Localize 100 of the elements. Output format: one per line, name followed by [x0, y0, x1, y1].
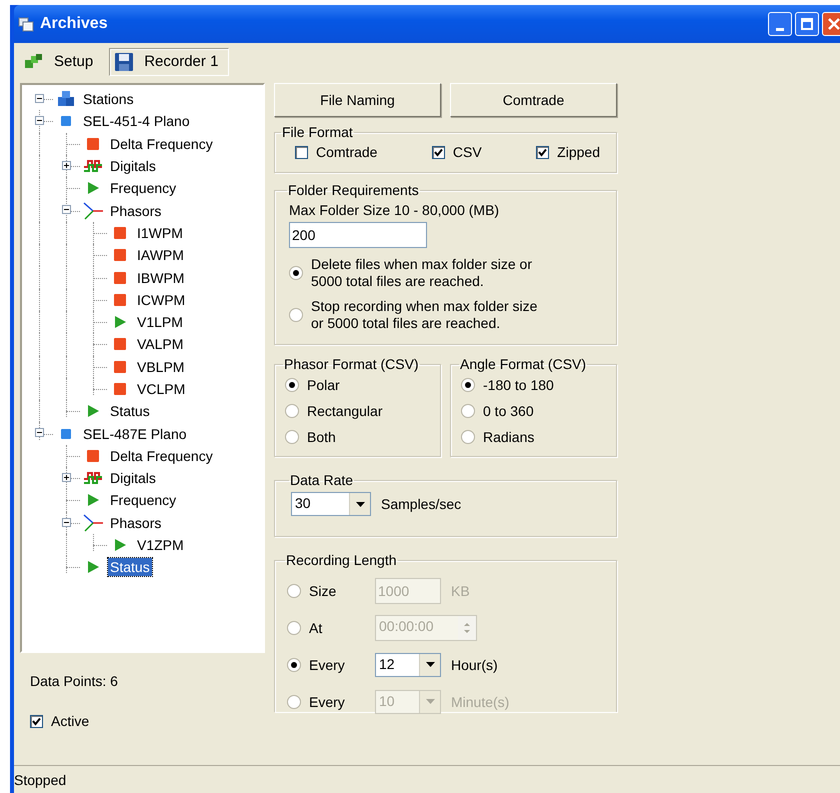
radio-button[interactable] — [287, 658, 301, 672]
checkbox-label: Zipped — [557, 144, 600, 160]
tree-item[interactable]: SEL-487E Plano — [81, 424, 189, 443]
square-icon — [87, 450, 99, 462]
expand-toggle[interactable] — [35, 428, 44, 438]
tree-item[interactable]: IAWPM — [135, 246, 186, 264]
group-title: File Format — [281, 124, 354, 140]
checkbox[interactable] — [30, 714, 43, 728]
tab[interactable]: Recorder 1 — [109, 48, 230, 76]
arrow-icon — [87, 561, 99, 574]
tab[interactable]: Setup — [20, 50, 104, 74]
expand-toggle[interactable] — [35, 94, 44, 103]
square-wave-icon — [83, 471, 103, 486]
radio-label: Radians — [483, 429, 534, 445]
tree-item[interactable]: Digitals — [108, 157, 158, 176]
expand-toggle[interactable] — [62, 205, 71, 214]
checkbox[interactable] — [536, 146, 550, 158]
caret-icon — [426, 699, 434, 704]
tree-item[interactable]: Status — [108, 402, 152, 420]
arrow-icon — [87, 494, 99, 506]
tree-item[interactable]: Stations — [81, 90, 136, 108]
tree-item[interactable]: V1LPM — [135, 313, 185, 332]
radio-label: Stop recording when max folder size or 5000 total files are reached. — [311, 298, 538, 332]
cubes-icon — [24, 52, 44, 70]
radio-label: -180 to 180 — [483, 377, 554, 393]
tree-item[interactable]: Phasors — [108, 514, 164, 532]
expand-toggle[interactable] — [62, 160, 71, 170]
tree-item[interactable]: Delta Frequency — [108, 446, 215, 465]
tree-item[interactable]: Digitals — [108, 469, 158, 488]
square-icon — [114, 294, 126, 306]
radio-label: Every — [309, 656, 345, 672]
radio-label: At — [309, 620, 322, 636]
checkbox-label: CSV — [452, 144, 482, 160]
square-icon — [114, 272, 126, 284]
tree-item[interactable]: VCLPM — [135, 380, 188, 398]
radio-label: 0 to 360 — [483, 403, 534, 419]
radio-button[interactable] — [461, 378, 475, 392]
tree-item[interactable]: ICWPM — [135, 290, 188, 309]
square-icon — [61, 116, 71, 126]
tree-item[interactable]: Phasors — [108, 202, 164, 220]
tree-item[interactable]: V1ZPM — [135, 536, 186, 554]
radio-button[interactable] — [461, 404, 475, 418]
close-icon — [828, 18, 840, 30]
push-button[interactable]: File Naming — [274, 83, 441, 117]
tree-item[interactable]: Status — [108, 558, 152, 576]
caret-icon — [426, 662, 434, 667]
tree-item[interactable]: Frequency — [108, 179, 178, 198]
unit-label: KB — [451, 582, 470, 598]
radio-button[interactable] — [289, 266, 303, 280]
tree-item[interactable]: VALPM — [135, 335, 186, 354]
radio-button[interactable] — [285, 404, 299, 418]
radio-label: Size — [309, 582, 336, 598]
checkbox-label: Active — [51, 713, 90, 729]
minimize-button[interactable] — [768, 12, 792, 36]
group-title: Phasor Format (CSV) — [283, 356, 420, 372]
input-field[interactable]: 200 — [289, 222, 427, 248]
square-icon — [114, 383, 126, 395]
group-title: Data Rate — [289, 472, 354, 488]
minimize-icon — [776, 28, 784, 30]
expand-toggle[interactable] — [62, 518, 71, 527]
data-points-label: Data Points: 6 — [30, 673, 119, 689]
phasor-icon — [82, 202, 104, 220]
group-title: Recording Length — [285, 552, 398, 568]
group-title: Angle Format (CSV) — [459, 356, 588, 372]
caret-icon — [356, 502, 364, 506]
group-title: Folder Requirements — [287, 182, 420, 198]
tree-item[interactable]: VBLPM — [135, 358, 186, 376]
arrow-icon — [114, 539, 126, 552]
status-text: Stopped — [14, 772, 66, 788]
arrow-icon — [114, 316, 126, 328]
radio-label: Both — [307, 429, 336, 445]
radio-button[interactable] — [461, 430, 475, 444]
tree-item[interactable]: I1WPM — [135, 224, 185, 242]
expand-toggle[interactable] — [35, 116, 44, 126]
expand-toggle[interactable] — [62, 473, 71, 482]
radio-button[interactable] — [285, 430, 299, 444]
arrow-icon — [87, 182, 99, 194]
close-button[interactable] — [822, 12, 840, 36]
square-icon — [114, 249, 126, 262]
checkbox[interactable] — [295, 146, 308, 158]
dropdown[interactable]: 12 — [375, 652, 441, 676]
tree-item[interactable]: Delta Frequency — [108, 134, 215, 153]
tree-item[interactable]: IBWPM — [135, 268, 186, 287]
unit-label: Samples/sec — [381, 496, 462, 512]
dropdown[interactable]: 30 — [291, 492, 371, 516]
tree-item[interactable]: SEL-451-4 Plano — [81, 112, 192, 130]
window-title: Archives — [40, 15, 108, 33]
maximize-button[interactable] — [795, 12, 819, 36]
tree-item[interactable]: Frequency — [108, 491, 178, 510]
checkbox[interactable] — [432, 146, 445, 158]
field-label: Max Folder Size 10 - 80,000 (MB) — [289, 202, 500, 218]
radio-button[interactable] — [289, 308, 303, 322]
push-button[interactable]: Comtrade — [450, 83, 617, 117]
radio-button[interactable] — [285, 378, 299, 392]
unit-label: Minute(s) — [451, 694, 510, 710]
unit-label: Hour(s) — [451, 656, 498, 672]
square-icon — [87, 138, 99, 150]
radio-label: Delete files when max folder size or 5000 total files are reached. — [311, 256, 533, 290]
square-icon — [114, 338, 126, 350]
radio-label: Polar — [307, 377, 340, 393]
